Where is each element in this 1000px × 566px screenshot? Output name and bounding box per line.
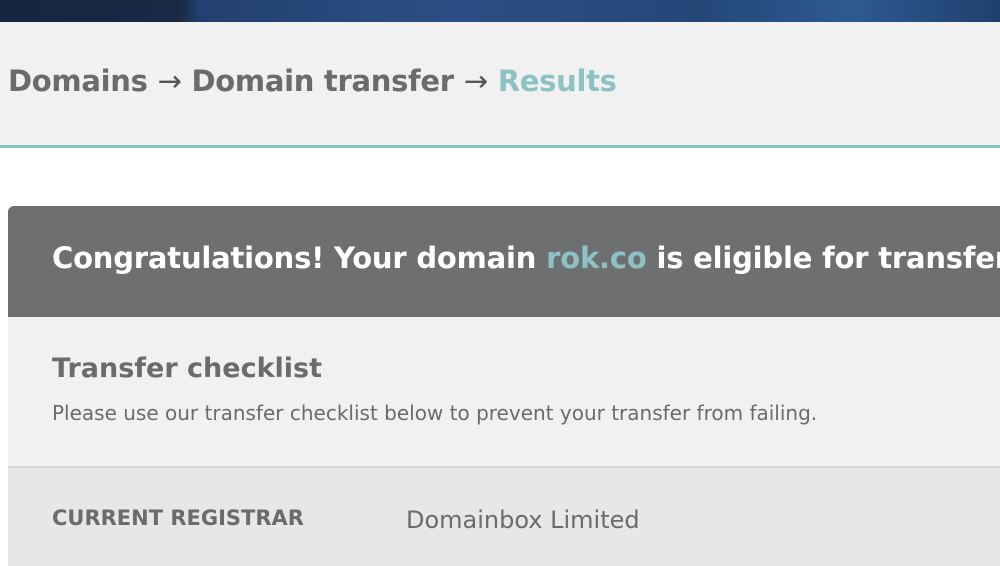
- breadcrumb-separator: →: [157, 64, 182, 98]
- breadcrumb-item-domains[interactable]: Domains: [8, 64, 148, 98]
- breadcrumb-item-domain-transfer[interactable]: Domain transfer: [192, 64, 455, 98]
- transfer-checklist-section: Transfer checklist Please use our transf…: [8, 317, 1000, 468]
- eligibility-prefix: Congratulations! Your domain: [52, 241, 547, 275]
- eligibility-suffix: is eligible for transfer: [646, 241, 1000, 275]
- breadcrumb-separator: →: [463, 64, 488, 98]
- breadcrumb: Domains → Domain transfer → Results: [8, 64, 617, 98]
- transfer-result-card: Congratulations! Your domain rok.co is e…: [8, 206, 1000, 566]
- current-registrar-value: Domainbox Limited: [406, 506, 640, 534]
- checklist-description: Please use our transfer checklist below …: [52, 401, 818, 425]
- breadcrumb-item-results: Results: [497, 64, 617, 98]
- eligibility-message: Congratulations! Your domain rok.co is e…: [52, 241, 1000, 275]
- result-header: Congratulations! Your domain rok.co is e…: [8, 206, 1000, 317]
- checklist-title: Transfer checklist: [52, 353, 323, 384]
- breadcrumb-bar: Domains → Domain transfer → Results: [0, 22, 1000, 148]
- domain-name: rok.co: [546, 241, 647, 275]
- current-registrar-row: CURRENT REGISTRAR Domainbox Limited: [8, 468, 1000, 566]
- current-registrar-label: CURRENT REGISTRAR: [52, 506, 304, 530]
- top-banner-image: [0, 0, 1000, 22]
